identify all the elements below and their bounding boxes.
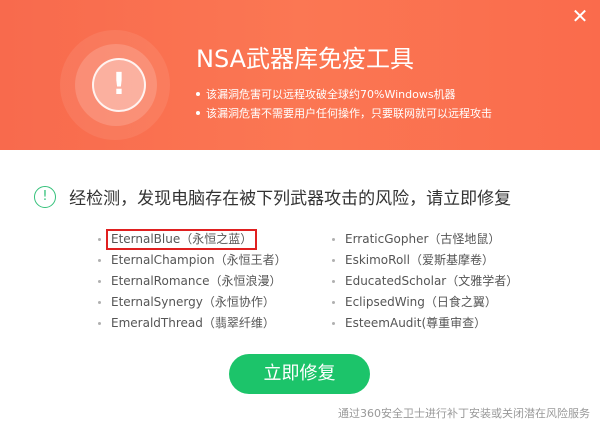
weapon-name: EskimoRoll（爱斯基摩卷）: [345, 253, 494, 267]
bullet-dot-icon: [196, 92, 200, 96]
close-icon[interactable]: ✕: [568, 4, 592, 28]
weapon-name: EternalRomance（永恒浪漫）: [111, 274, 282, 288]
list-item: EducatedScholar（文雅学者）: [332, 271, 518, 292]
list-item: EmeraldThread（翡翠纤维）: [98, 313, 287, 334]
list-item: EternalRomance（永恒浪漫）: [98, 271, 287, 292]
list-item: EsteemAudit(尊重审查）: [332, 313, 518, 334]
bullet-icon: [332, 259, 335, 262]
bullet-icon: [332, 322, 335, 325]
risk-description-text: 该漏洞危害不需要用户任何操作，只要联网就可以远程攻击: [206, 107, 492, 120]
bullet-icon: [332, 238, 335, 241]
footer-note: 通过360安全卫士进行补丁安装或关闭潜在风险服务: [338, 407, 590, 420]
risk-description-text: 该漏洞危害可以远程攻破全球约70%Windows机器: [206, 88, 456, 101]
weapon-list-right: ErraticGopher（古怪地鼠） EskimoRoll（爱斯基摩卷） Ed…: [332, 229, 518, 334]
risk-description-item: 该漏洞危害可以远程攻破全球约70%Windows机器: [196, 85, 492, 104]
bullet-icon: [98, 259, 101, 262]
bullet-icon: [98, 280, 101, 283]
weapon-list-left: EternalBlue（永恒之蓝） EternalChampion（永恒王者） …: [98, 229, 287, 334]
scan-result-message: 经检测，发现电脑存在被下列武器攻击的风险，请立即修复: [69, 189, 512, 209]
bullet-icon: [98, 301, 101, 304]
bullet-icon: [332, 301, 335, 304]
bullet-icon: [98, 238, 101, 241]
weapon-name: EsteemAudit(尊重审查）: [345, 316, 487, 330]
list-item: EternalBlue（永恒之蓝）: [98, 229, 287, 250]
list-item: EclipsedWing（日食之翼）: [332, 292, 518, 313]
list-item: EskimoRoll（爱斯基摩卷）: [332, 250, 518, 271]
bullet-icon: [332, 280, 335, 283]
risk-description-item: 该漏洞危害不需要用户任何操作，只要联网就可以远程攻击: [196, 104, 492, 123]
weapon-name-highlighted: EternalBlue（永恒之蓝）: [106, 229, 258, 250]
alert-icon: !: [92, 58, 146, 112]
list-item: ErraticGopher（古怪地鼠）: [332, 229, 518, 250]
fix-now-button[interactable]: 立即修复: [229, 354, 370, 394]
warning-circle-icon: !: [34, 185, 56, 208]
app-title: NSA武器库免疫工具: [196, 45, 415, 73]
weapon-name: EternalSynergy（永恒协作）: [111, 295, 275, 309]
weapon-name: EducatedScholar（文雅学者）: [345, 274, 519, 288]
weapon-name: ErraticGopher（古怪地鼠）: [345, 232, 501, 246]
weapon-name: EmeraldThread（翡翠纤维）: [111, 316, 275, 330]
risk-description-list: 该漏洞危害可以远程攻破全球约70%Windows机器 该漏洞危害不需要用户任何操…: [196, 85, 492, 123]
bullet-icon: [98, 322, 101, 325]
header-banner: ! NSA武器库免疫工具 该漏洞危害可以远程攻破全球约70%Windows机器 …: [0, 0, 600, 150]
list-item: EternalSynergy（永恒协作）: [98, 292, 287, 313]
weapon-name: EternalChampion（永恒王者）: [111, 253, 287, 267]
list-item: EternalChampion（永恒王者）: [98, 250, 287, 271]
bullet-dot-icon: [196, 111, 200, 115]
weapon-name: EclipsedWing（日食之翼）: [345, 295, 497, 309]
scan-result: ! 经检测，发现电脑存在被下列武器攻击的风险，请立即修复: [34, 184, 511, 212]
